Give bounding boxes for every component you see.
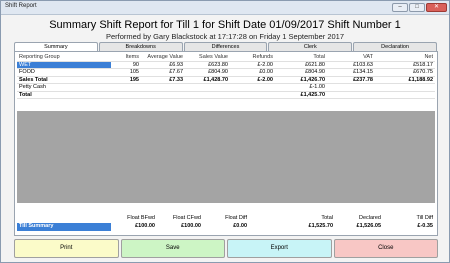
column-header: Total [321, 215, 333, 221]
cell [185, 84, 230, 91]
cell: WET [17, 61, 111, 68]
cell: 195 [129, 76, 139, 83]
column-header: Reporting Group [19, 54, 60, 60]
cell: £100.00 [181, 223, 201, 229]
cell: Petty Cash [19, 84, 46, 90]
table-row[interactable]: Total £1,425.70 [17, 91, 435, 99]
cell [375, 84, 435, 91]
cell [141, 84, 185, 91]
tab-bar: Summary Breakdowns Differences Clerk Dec… [14, 42, 438, 51]
till-summary-row[interactable]: Till Summary £100.00 £100.00 £0.00 £1,52… [17, 223, 435, 231]
column-header: Float Diff [225, 215, 247, 221]
cell [230, 92, 275, 99]
column-header: VAT [363, 54, 373, 60]
empty-grid-area [17, 111, 435, 203]
print-button[interactable]: Print [14, 239, 119, 258]
cell: £103.63 [353, 61, 373, 68]
cell: £621.80 [305, 61, 325, 68]
tab-breakdowns[interactable]: Breakdowns [98, 42, 183, 51]
table-row[interactable]: FOOD 105 £7.67 £804.90 £0.00 £804.90 £13… [17, 69, 435, 77]
cell: £6.93 [169, 61, 183, 68]
column-header: Float BFwd [127, 215, 155, 221]
cell: £804.90 [305, 69, 325, 75]
cell [327, 92, 375, 99]
column-header: Till Diff [416, 215, 434, 221]
cell: £237.78 [353, 76, 373, 83]
table-row[interactable]: Sales Total 195 £7.33 £1,428.70 £-2.00 £… [17, 76, 435, 84]
tab-clerk[interactable]: Clerk [268, 42, 353, 51]
summary-table: Reporting Group Items Average Value Sale… [17, 54, 435, 99]
title-bar: Shift Report – □ ✕ [1, 1, 449, 15]
till-summary-table: Float BFwd Float CFwd Float Diff Total D… [17, 215, 435, 231]
table-row[interactable]: Petty Cash £-1.00 [17, 84, 435, 92]
cell: £623.80 [208, 61, 228, 68]
cell: Sales Total [19, 76, 48, 83]
table-header: Reporting Group Items Average Value Sale… [17, 54, 435, 62]
column-header: Refunds [252, 54, 274, 60]
column-header: Sales Value [199, 54, 228, 60]
cell: £-2.00 [257, 61, 273, 68]
tab-summary[interactable]: Summary [14, 42, 98, 51]
column-header: Float CFwd [172, 215, 201, 221]
cell: £0.00 [259, 69, 273, 75]
action-buttons: Print Save Export Close [14, 239, 438, 258]
close-window-icon[interactable]: ✕ [426, 3, 447, 12]
cell [141, 92, 185, 99]
minimize-icon[interactable]: – [392, 3, 408, 12]
summary-panel: Reporting Group Items Average Value Sale… [14, 51, 438, 236]
cell: 90 [132, 61, 139, 68]
maximize-icon[interactable]: □ [409, 3, 425, 12]
cell: £-1.00 [309, 84, 325, 90]
cell: £670.75 [413, 69, 433, 75]
report-title: Summary Shift Report for Till 1 for Shif… [49, 19, 401, 31]
save-button[interactable]: Save [120, 239, 225, 258]
cell: £7.33 [169, 76, 183, 83]
column-header: Items [125, 54, 139, 60]
tab-declaration[interactable]: Declaration [353, 42, 437, 51]
cell: £518.17 [413, 61, 433, 68]
cell [230, 84, 275, 91]
cell: £1,426.70 [300, 76, 325, 83]
cell: Total [19, 91, 32, 98]
cell: £1,188.92 [408, 76, 433, 83]
cell: £804.90 [208, 69, 228, 75]
cell [111, 84, 141, 91]
column-header [17, 215, 111, 223]
cell [375, 92, 435, 99]
cell: FOOD [19, 69, 35, 75]
cell: £134.15 [353, 69, 373, 75]
cell [111, 92, 141, 99]
close-button[interactable]: Close [333, 239, 438, 258]
cell [185, 92, 230, 99]
column-header: Average Value [147, 54, 183, 60]
column-header: Net [424, 54, 433, 60]
window-title: Shift Report [5, 3, 37, 9]
cell: £1,425.70 [300, 91, 325, 98]
cell: Till Summary [17, 223, 111, 231]
cell: £1,525.70 [308, 223, 333, 229]
report-header: Summary Shift Report for Till 1 for Shif… [1, 19, 449, 41]
summary-header: Float BFwd Float CFwd Float Diff Total D… [17, 215, 435, 223]
cell: £0.00 [233, 223, 247, 229]
cell: £1,526.05 [356, 223, 381, 229]
table-row[interactable]: WET 90 £6.93 £623.80 £-2.00 £621.80 £103… [17, 61, 435, 69]
cell: 105 [129, 69, 139, 75]
cell: £-0.35 [417, 223, 433, 229]
cell: £7.67 [169, 69, 183, 75]
tab-differences[interactable]: Differences [183, 42, 268, 51]
cell: £100.00 [135, 223, 155, 229]
cell: £1,428.70 [203, 76, 228, 83]
report-subtitle: Performed by Gary Blackstock at 17:17:28… [105, 32, 345, 41]
shift-report-window: Shift Report – □ ✕ Summary Shift Report … [0, 0, 450, 263]
cell: £-2.00 [257, 76, 273, 83]
column-header: Total [313, 54, 325, 60]
column-header: Declared [358, 215, 381, 221]
cell [327, 84, 375, 91]
export-button[interactable]: Export [227, 239, 332, 258]
